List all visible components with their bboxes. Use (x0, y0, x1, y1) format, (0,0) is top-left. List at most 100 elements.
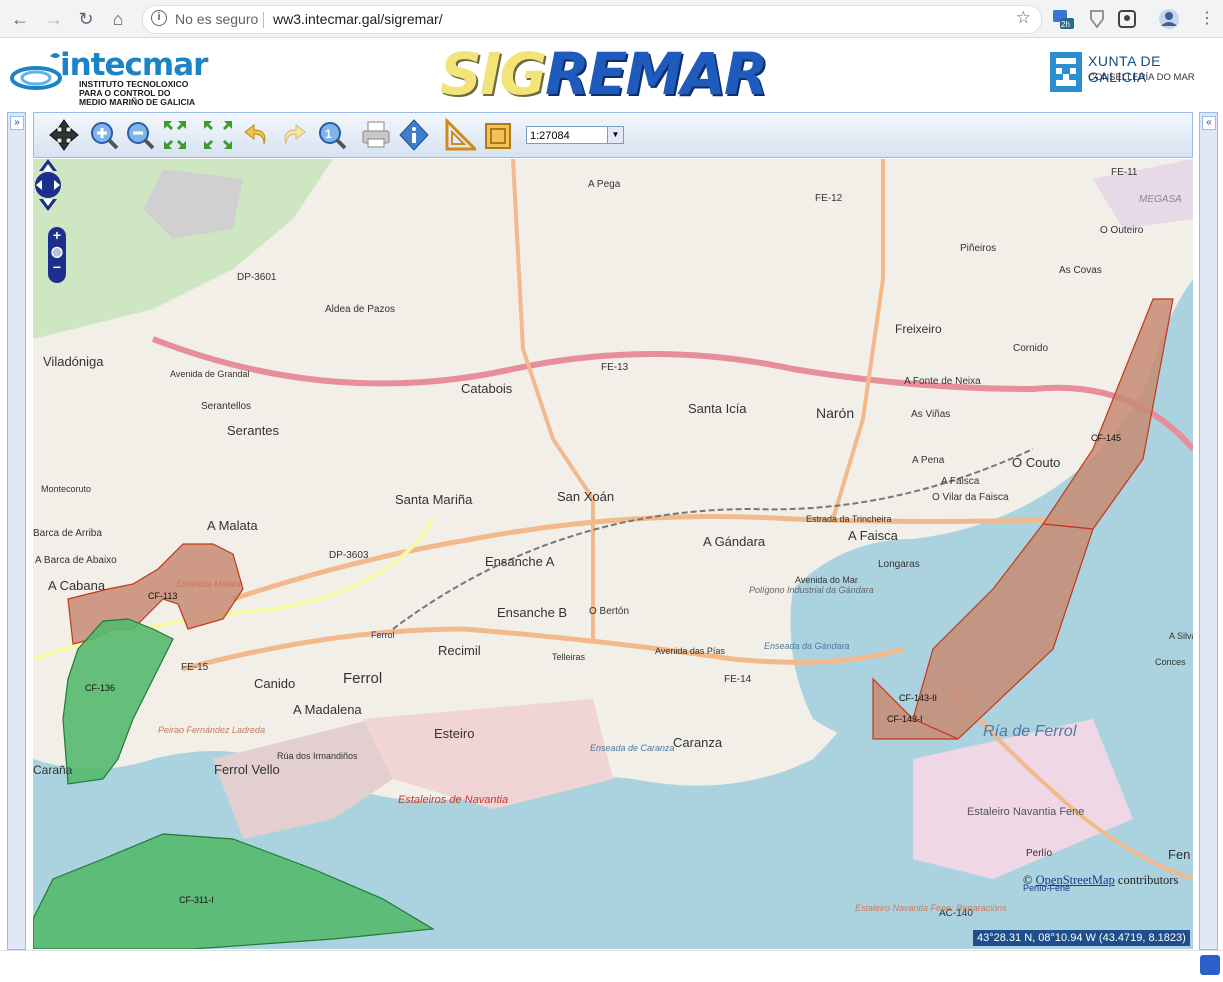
info-tool-icon[interactable] (398, 118, 430, 152)
attribution-copyright: © (1023, 873, 1033, 887)
menu-icon[interactable]: ⋮ (1195, 7, 1219, 31)
address-bar[interactable]: i No es seguro ww3.intecmar.gal/sigremar… (142, 5, 1042, 34)
label-estaleiro-reparacions: Estaleiro Navantia Fene: Reparacións (855, 903, 1007, 913)
label-rua-irmandinos: Rúa dos Irmandiños (277, 751, 358, 761)
label-o-berton: O Bertón (589, 606, 629, 617)
chat-widget-icon[interactable] (1200, 955, 1220, 975)
label-serantellos: Serantellos (201, 401, 251, 412)
map-zoom-out-icon[interactable]: − (48, 259, 66, 275)
label-ria-ferrol: Ría de Ferrol (983, 723, 1077, 740)
intecmar-title: intecmar (60, 47, 208, 83)
footer-bar (0, 950, 1223, 982)
label-fe-13: FE-13 (601, 362, 629, 373)
label-cornido: Cornido (1013, 343, 1048, 354)
zoom-scale-icon[interactable]: 1 (316, 118, 348, 152)
sigremar-logo: SIGREMAR (440, 40, 769, 108)
sigremar-logo-part-a: SIG (440, 40, 547, 108)
label-a-gandara: A Gándara (703, 534, 766, 549)
map-attribution: © OpenStreetMap contributors (1023, 873, 1178, 888)
zoom-extent-arrows-icon[interactable] (160, 118, 238, 152)
label-fe-15: FE-15 (181, 662, 209, 673)
label-o-outeiro: O Outeiro (1100, 225, 1144, 236)
redo-icon[interactable] (278, 118, 310, 152)
label-dp-3603: DP-3603 (329, 550, 369, 561)
label-recimil: Recimil (438, 643, 481, 658)
label-avenida-pias: Avenida das Pías (655, 646, 725, 656)
map-viewport[interactable]: CF-113 CF-136 CF-311-I CF-145 CF-143-II … (33, 159, 1193, 949)
home-icon[interactable]: ⌂ (106, 7, 130, 31)
label-san-xoan: San Xoán (557, 489, 614, 504)
extension-calendar-icon[interactable]: 2h (1052, 8, 1074, 30)
label-freixeiro: Freixeiro (895, 322, 942, 336)
print-icon[interactable] (360, 118, 392, 152)
label-enseada-gandara: Enseada da Gándara (764, 641, 850, 651)
label-catabois: Catabois (461, 381, 513, 396)
label-esteiro: Esteiro (434, 726, 474, 741)
zoom-out-icon[interactable] (124, 118, 156, 152)
fe12-road (831, 159, 885, 520)
label-fe-14: FE-14 (724, 674, 752, 685)
label-canido: Canido (254, 676, 295, 691)
label-caranza: Caranza (673, 735, 723, 750)
label-enseada-malata: Enseada Malata (176, 579, 241, 589)
profile-avatar-icon[interactable] (1158, 8, 1180, 30)
xunta-subtitle: CONSELLERÍA DO MAR (1088, 72, 1195, 83)
label-as-covas: As Covas (1059, 265, 1102, 276)
extension-shield-icon[interactable] (1086, 8, 1108, 30)
forward-icon[interactable]: → (42, 7, 66, 31)
label-a-cabana: A Cabana (48, 578, 106, 593)
xunta-emblem-icon (1050, 52, 1082, 92)
zone-label-cf-143-i: CF-143-I (887, 714, 923, 724)
label-dp-3601: DP-3601 (237, 272, 277, 283)
chevron-down-icon[interactable]: ▼ (607, 127, 623, 143)
measure-distance-icon[interactable] (444, 118, 476, 152)
label-montecoruto: Montecoruto (41, 484, 91, 494)
label-a-faisca-big: A Faisca (848, 528, 899, 543)
label-estrada-trincheira: Estrada da Trincheira (806, 514, 892, 524)
label-perlio: Perlío (1026, 848, 1053, 859)
expand-left-panel-icon[interactable]: » (10, 116, 24, 130)
label-santa-icia: Santa Icía (688, 401, 747, 416)
label-barca-arriba: Barca de Arriba (33, 528, 102, 539)
bookmark-star-icon[interactable]: ☆ (1016, 8, 1031, 28)
svg-text:1: 1 (325, 127, 332, 141)
extension-location-icon[interactable] (1116, 8, 1138, 30)
right-collapsed-panel[interactable]: « (1199, 112, 1218, 950)
label-peirao-fernandez: Peirao Fernández Ladreda (158, 725, 265, 735)
label-a-silva: A Silva (1169, 631, 1193, 641)
label-enseada-caranza: Enseada de Caranza (590, 743, 675, 753)
scale-select[interactable]: 1:27084 ▼ (526, 126, 624, 144)
label-a-barca-abaixo: A Barca de Abaixo (35, 555, 117, 566)
label-megasa: MEGASA (1139, 194, 1182, 205)
label-telleiras: Telleiras (552, 652, 586, 662)
info-icon[interactable]: i (151, 10, 167, 26)
globe-icon[interactable]: ◍ (48, 243, 66, 259)
map-zoom-in-icon[interactable]: + (48, 227, 66, 243)
expand-right-panel-icon[interactable]: « (1202, 116, 1216, 130)
label-a-pega: A Pega (588, 179, 621, 190)
undo-icon[interactable] (240, 118, 272, 152)
label-longaras: Longaras (878, 559, 920, 570)
zone-label-cf-311-i: CF-311-I (179, 895, 214, 905)
zone-label-cf-145: CF-145 (1091, 433, 1121, 443)
label-estaleiros-navantia: Estaleiros de Navantia (398, 794, 508, 806)
reload-icon[interactable]: ↻ (74, 7, 98, 31)
pan-icon[interactable] (48, 118, 80, 152)
omnibox-divider (263, 12, 264, 28)
measure-area-icon[interactable] (482, 118, 514, 152)
label-a-fonte-neixa: A Fonte de Neixa (904, 376, 981, 387)
browser-toolbar: ← → ↻ ⌂ i No es seguro ww3.intecmar.gal/… (0, 0, 1223, 38)
url-text[interactable]: ww3.intecmar.gal/sigremar/ (273, 11, 443, 27)
label-a-pena: A Pena (912, 455, 945, 466)
zoom-in-icon[interactable] (88, 118, 120, 152)
map-pan-control-icon[interactable] (33, 159, 63, 211)
label-estaleiro-fene: Estaleiro Navantia Fene (967, 806, 1084, 818)
left-collapsed-panel[interactable]: » (7, 112, 26, 950)
label-ensanche-b: Ensanche B (497, 605, 567, 620)
label-o-couto: O Couto (1012, 455, 1060, 470)
label-santa-marina: Santa Mariña (395, 492, 473, 507)
back-icon[interactable]: ← (8, 7, 32, 31)
map-canvas[interactable]: CF-113 CF-136 CF-311-I CF-145 CF-143-II … (33, 159, 1193, 949)
label-a-malata: A Malata (207, 518, 258, 533)
openstreetmap-link[interactable]: OpenStreetMap (1036, 873, 1115, 887)
